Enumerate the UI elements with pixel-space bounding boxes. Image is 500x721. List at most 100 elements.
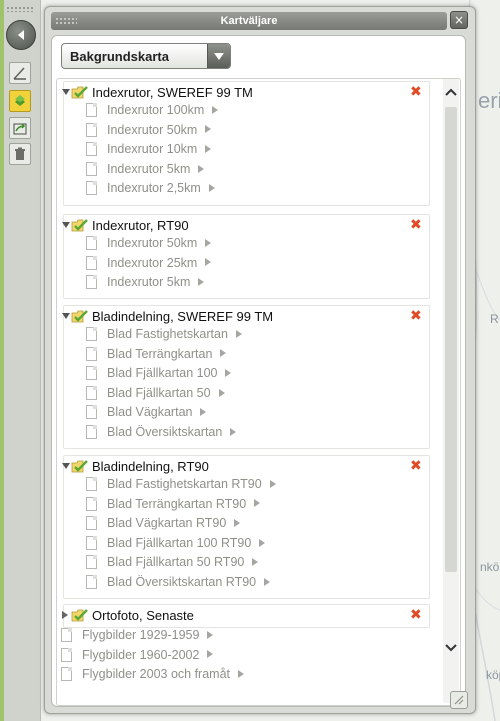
layer-folder-check-icon[interactable] [71,309,89,323]
close-button[interactable]: × [450,11,468,29]
layer-item[interactable]: Indexrutor 100km [86,102,386,120]
expand-down-icon[interactable] [62,313,70,319]
layer-info-arrow-icon[interactable] [252,558,259,567]
layer-item[interactable]: Blad Översiktskartan RT90 [86,574,386,592]
layer-item[interactable]: Indexrutor 50km [86,122,386,140]
layer-item[interactable]: Blad Vägkartan RT90 [86,515,386,533]
layer-checkbox-icon[interactable] [86,275,97,290]
layer-checkbox-icon[interactable] [86,346,97,361]
layer-info-arrow-icon[interactable] [205,258,212,267]
layer-info-arrow-icon[interactable] [207,630,214,639]
remove-layer-icon[interactable]: ✖ [410,608,422,622]
basemap-select[interactable]: Bakgrundskarta [61,43,231,69]
layer-item[interactable]: Indexrutor 50km [86,235,386,253]
layer-item[interactable]: Indexrutor 25km [86,255,386,273]
measure-tool-button[interactable] [9,62,31,84]
layer-folder-check-icon[interactable] [71,218,89,232]
layer-item[interactable]: Indexrutor 5km [86,274,386,292]
layer-item[interactable]: Blad Vägkartan [86,404,386,422]
layer-group-header[interactable]: Indexrutor, RT90 ✖ [62,215,429,237]
layer-info-arrow-icon[interactable] [207,650,214,659]
layer-checkbox-icon[interactable] [86,405,97,420]
layer-checkbox-icon[interactable] [86,555,97,570]
layer-checkbox-icon[interactable] [86,477,97,491]
scrollbar[interactable] [443,79,459,703]
delete-tool-button[interactable] [9,143,31,165]
layer-info-arrow-icon[interactable] [264,577,271,586]
expand-down-icon[interactable] [62,222,70,228]
layer-info-arrow-icon[interactable] [234,518,241,527]
layer-item[interactable]: Blad Fjällkartan 50 [86,385,386,403]
layers-tool-button[interactable] [9,90,31,112]
layer-info-arrow-icon[interactable] [212,105,219,114]
layer-checkbox-icon[interactable] [86,181,97,196]
layer-checkbox-icon[interactable] [86,103,97,117]
layer-info-arrow-icon[interactable] [230,427,237,436]
layer-checkbox-icon[interactable] [86,255,97,270]
layer-info-arrow-icon[interactable] [198,164,205,173]
layer-group-header[interactable]: Bladindelning, RT90 ✖ [62,456,429,478]
layer-info-arrow-icon[interactable] [198,277,205,286]
layer-info-arrow-icon[interactable] [205,125,212,134]
layer-info-arrow-icon[interactable] [259,538,266,547]
layer-checkbox-icon[interactable] [86,142,97,157]
layer-info-arrow-icon[interactable] [238,669,244,678]
expand-right-icon[interactable] [62,611,68,619]
layer-checkbox-icon[interactable] [86,161,97,176]
layer-item[interactable]: Blad Fastighetskartan [86,326,386,344]
collapse-panel-button[interactable] [6,20,36,50]
layer-item[interactable]: Blad Terrängkartan RT90 [86,496,386,514]
layer-info-arrow-icon[interactable] [208,184,215,193]
layer-info-arrow-icon[interactable] [205,144,212,153]
layer-info-arrow-icon[interactable] [220,349,227,358]
scroll-up-icon[interactable] [443,83,459,101]
layer-item[interactable]: Blad Översiktskartan [86,424,386,442]
layer-group-header[interactable]: Indexrutor, SWEREF 99 TM ✖ [62,82,429,104]
layer-item[interactable]: Blad Terrängkartan [86,346,386,364]
remove-layer-icon[interactable]: ✖ [410,459,422,473]
layer-info-arrow-icon[interactable] [200,408,207,417]
layer-checkbox-icon[interactable] [86,516,97,531]
remove-layer-icon[interactable]: ✖ [410,218,422,232]
remove-layer-icon[interactable]: ✖ [410,309,422,323]
layer-item[interactable]: Flygbilder 1929-1959 [61,627,361,645]
scroll-down-icon[interactable] [443,639,459,657]
layer-checkbox-icon[interactable] [86,366,97,381]
layer-checkbox-icon[interactable] [86,535,97,550]
layer-info-arrow-icon[interactable] [205,238,212,247]
layer-item[interactable]: Indexrutor 2,5km [86,180,386,198]
share-tool-button[interactable] [9,117,31,139]
layer-checkbox-icon[interactable] [61,667,72,682]
layer-folder-check-icon[interactable] [71,608,89,622]
layer-checkbox-icon[interactable] [86,575,97,589]
grip-icon[interactable] [6,6,34,12]
layer-folder-check-icon[interactable] [71,85,89,99]
remove-layer-icon[interactable]: ✖ [410,85,422,99]
layer-folder-check-icon[interactable] [71,459,89,473]
layer-item[interactable]: Flygbilder 1960-2002 [61,647,361,665]
layer-checkbox-icon[interactable] [61,647,72,662]
layer-info-arrow-icon[interactable] [225,368,232,377]
layer-group-header[interactable]: Ortofoto, Senaste ✖ [62,605,429,627]
layer-checkbox-icon[interactable] [86,425,97,439]
layer-checkbox-icon[interactable] [86,496,97,511]
layer-item[interactable]: Indexrutor 10km [86,141,386,159]
layer-checkbox-icon[interactable] [86,385,97,400]
layer-group-header[interactable]: Bladindelning, SWEREF 99 TM ✖ [62,306,429,328]
resize-handle[interactable] [450,691,468,709]
scrollbar-thumb[interactable] [445,107,457,572]
layer-item[interactable]: Blad Fastighetskartan RT90 [86,476,386,494]
layer-checkbox-icon[interactable] [86,236,97,250]
layer-item[interactable]: Blad Fjällkartan 50 RT90 [86,554,386,572]
layer-info-arrow-icon[interactable] [218,388,225,397]
layer-checkbox-icon[interactable] [61,628,72,642]
layer-info-arrow-icon[interactable] [235,329,242,338]
layer-checkbox-icon[interactable] [86,327,97,341]
layer-item[interactable]: Flygbilder 2003 och framåt [61,666,361,684]
layer-item[interactable]: Blad Fjällkartan 100 RT90 [86,535,386,553]
layer-item[interactable]: Indexrutor 5km [86,161,386,179]
layer-item[interactable]: Blad Fjällkartan 100 [86,365,386,383]
expand-down-icon[interactable] [62,463,70,469]
drag-grip-icon[interactable] [55,17,77,25]
layer-info-arrow-icon[interactable] [269,479,276,488]
